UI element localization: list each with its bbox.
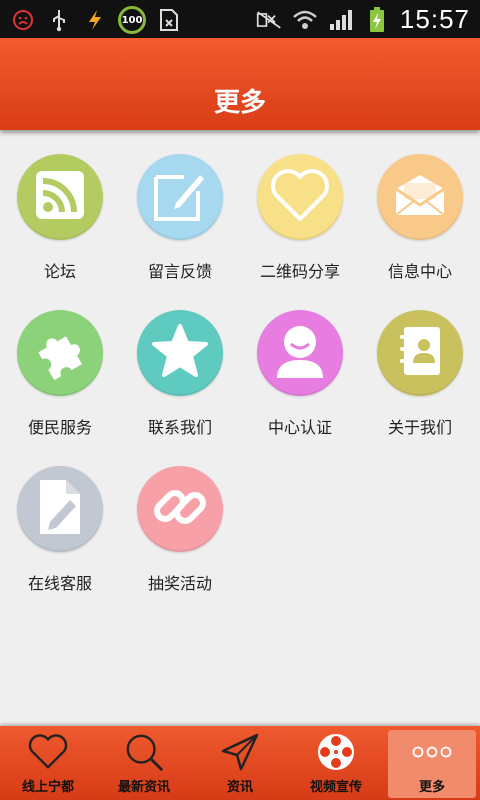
grid-item-circle xyxy=(257,310,343,396)
grid-item-label: 关于我们 xyxy=(387,418,452,437)
grid-item-online-service[interactable]: 在线客服 xyxy=(0,462,120,602)
signal-icon xyxy=(328,7,354,33)
contacts-icon xyxy=(394,323,446,383)
clock: 15:57 xyxy=(399,4,470,34)
grid-item-circle xyxy=(377,310,463,396)
nav-item-label: 更多 xyxy=(418,780,445,795)
nav-item-news[interactable]: 资讯 xyxy=(192,726,288,800)
star-icon xyxy=(151,323,209,383)
grid-item-circle xyxy=(137,154,223,240)
more-dots-icon xyxy=(412,732,452,772)
nav-item-online-ningdu[interactable]: 线上宁都 xyxy=(0,726,96,800)
wifi-icon xyxy=(292,7,318,33)
battery-100-badge: 100 xyxy=(118,6,146,34)
sad-face-icon xyxy=(10,7,36,33)
status-bar: 100 15:57 xyxy=(0,0,480,38)
nav-item-latest-news[interactable]: 最新资讯 xyxy=(96,726,192,800)
nav-item-video[interactable]: 视频宣传 xyxy=(288,726,384,800)
mute-icon xyxy=(256,7,282,33)
send-icon xyxy=(220,732,260,772)
grid-item-about-us[interactable]: 关于我们 xyxy=(360,306,480,446)
grid-item-circle xyxy=(17,154,103,240)
grid-item-circle xyxy=(377,154,463,240)
page-title: 更多 xyxy=(213,88,266,118)
sim-card-icon xyxy=(156,7,182,33)
grid-item-label: 中心认证 xyxy=(267,418,332,437)
grid-item-circle xyxy=(17,310,103,396)
battery-charging-icon xyxy=(364,6,390,33)
grid-item-circle xyxy=(257,154,343,240)
rss-icon xyxy=(34,169,86,225)
grid-item-qrcode-share[interactable]: 二维码分享 xyxy=(240,150,360,290)
grid-item-lottery[interactable]: 抽奖活动 xyxy=(120,462,240,602)
flash-icon xyxy=(82,7,108,33)
nav-item-label: 线上宁都 xyxy=(21,780,74,795)
grid-item-certification[interactable]: 中心认证 xyxy=(240,306,360,446)
nav-item-more[interactable]: 更多 xyxy=(384,726,480,800)
document-edit-icon xyxy=(36,478,84,540)
nav-item-label: 资讯 xyxy=(226,780,253,795)
mail-icon xyxy=(392,171,448,223)
grid-item-label: 抽奖活动 xyxy=(147,574,212,593)
grid-item-feedback[interactable]: 留言反馈 xyxy=(120,150,240,290)
title-bar: 更多 xyxy=(0,38,480,130)
grid-item-label: 联系我们 xyxy=(147,418,212,437)
grid-item-circle xyxy=(137,310,223,396)
grid-item-info-center[interactable]: 信息中心 xyxy=(360,150,480,290)
grid-item-label: 论坛 xyxy=(43,262,76,281)
puzzle-icon xyxy=(31,322,89,384)
grid-item-label: 信息中心 xyxy=(387,262,452,281)
film-reel-icon xyxy=(316,732,356,772)
heart-icon xyxy=(270,167,330,227)
user-icon xyxy=(271,322,329,384)
search-icon xyxy=(124,732,164,772)
nav-item-label: 最新资讯 xyxy=(117,780,170,795)
grid-item-label: 留言反馈 xyxy=(147,262,212,281)
usb-icon xyxy=(46,7,72,33)
bottom-nav: 线上宁都 最新资讯 资讯 视频宣传 更多 xyxy=(0,726,480,800)
grid-item-circle xyxy=(137,466,223,552)
grid-item-forum[interactable]: 论坛 xyxy=(0,150,120,290)
edit-icon xyxy=(152,167,208,227)
heart-outline-icon xyxy=(28,732,68,772)
grid-item-label: 二维码分享 xyxy=(259,262,340,281)
grid-item-services[interactable]: 便民服务 xyxy=(0,306,120,446)
grid-item-label: 便民服务 xyxy=(27,418,92,437)
grid-item-label: 在线客服 xyxy=(27,574,92,593)
grid-item-contact-us[interactable]: 联系我们 xyxy=(120,306,240,446)
nav-item-label: 视频宣传 xyxy=(309,780,362,795)
grid-item-circle xyxy=(17,466,103,552)
link-icon xyxy=(151,478,209,540)
